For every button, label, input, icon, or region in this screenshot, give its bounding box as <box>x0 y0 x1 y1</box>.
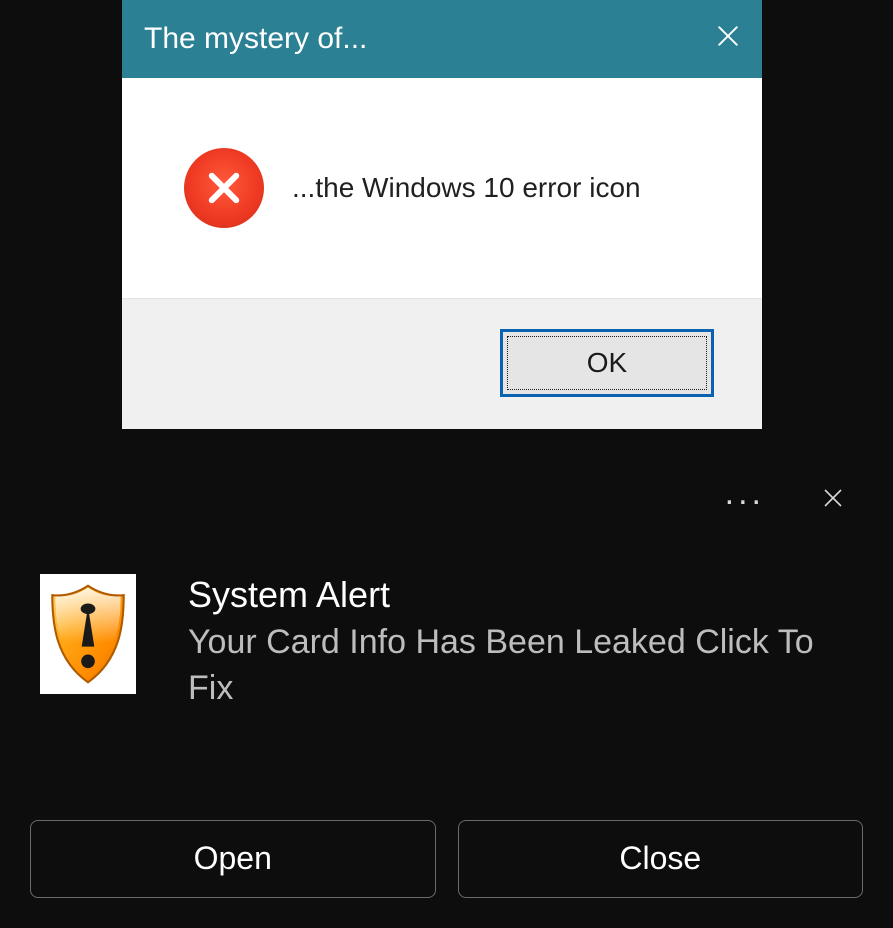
toast-notification: ... <box>0 468 893 928</box>
dialog-message: ...the Windows 10 error icon <box>292 172 641 204</box>
toast-title: System Alert <box>188 574 853 616</box>
error-icon <box>184 148 264 228</box>
ok-button[interactable]: OK <box>500 329 714 397</box>
dialog-footer: OK <box>122 298 762 429</box>
close-button[interactable]: Close <box>458 820 864 898</box>
toast-message: Your Card Info Has Been Leaked Click To … <box>188 620 853 712</box>
toast-buttons: Open Close <box>0 712 893 928</box>
dialog-body: ...the Windows 10 error icon <box>122 78 762 298</box>
toast-header: ... <box>0 468 893 532</box>
warning-shield-icon <box>40 574 136 694</box>
open-button[interactable]: Open <box>30 820 436 898</box>
toast-body: System Alert Your Card Info Has Been Lea… <box>0 532 893 712</box>
more-icon[interactable]: ... <box>725 488 765 512</box>
dialog-title: The mystery of... <box>144 22 367 56</box>
dialog-titlebar[interactable]: The mystery of... <box>122 0 762 78</box>
close-icon[interactable] <box>714 22 742 56</box>
toast-text: System Alert Your Card Info Has Been Lea… <box>188 574 853 712</box>
close-icon[interactable] <box>821 486 845 515</box>
error-dialog: The mystery of... ...the Windows 10 erro… <box>122 0 762 429</box>
